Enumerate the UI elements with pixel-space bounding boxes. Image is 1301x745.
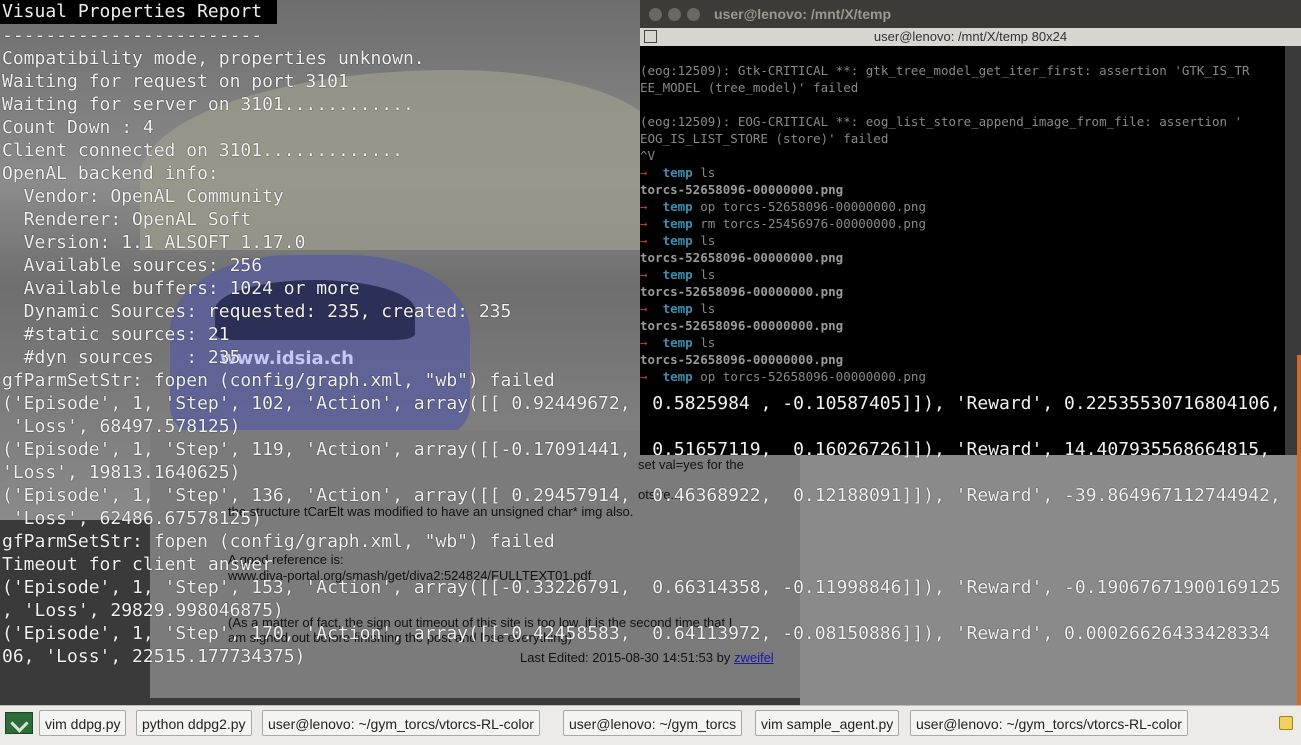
prompt-arrow-icon: → (640, 301, 663, 316)
prompt-cwd: temp (662, 199, 701, 214)
prompt-cwd: temp (662, 233, 701, 248)
taskbar: vim ddpg.py python ddpg2.py user@lenovo:… (0, 705, 1301, 745)
maximize-icon[interactable] (687, 8, 700, 21)
prompt-arrow-icon: → (640, 199, 663, 214)
terminal-tab-bar: user@lenovo: /mnt/X/temp 80x24 (640, 28, 1301, 46)
doc-line: am signed out before finishing the post … (228, 630, 572, 645)
prompt-arrow-icon: → (640, 233, 663, 248)
terminal-output-line: torcs-52658096-00000000.png (640, 250, 844, 265)
show-desktop-icon[interactable] (5, 712, 33, 734)
prompt-cwd: temp (662, 165, 701, 180)
race-track-hill (140, 70, 660, 250)
terminal-command: ls (700, 165, 716, 180)
doc-line: the structure tCarElt was modified to ha… (228, 504, 634, 519)
doc-line: set val=yes for the (638, 457, 744, 472)
prompt-cwd: temp (662, 216, 701, 231)
terminal-output-line: torcs-52658096-00000000.png (640, 352, 844, 367)
prompt-arrow-icon: → (640, 369, 663, 384)
terminal-error-line: (eog:12509): Gtk-CRITICAL **: gtk_tree_m… (640, 63, 1250, 78)
terminal-prompt-line: → temp ls (640, 266, 1285, 283)
terminal-command: op torcs-52658096-00000000.png (700, 199, 926, 214)
terminal-error-line: ^V (640, 148, 656, 163)
prompt-cwd: temp (662, 369, 701, 384)
terminal-error-line (640, 96, 1285, 113)
last-edited-user-link[interactable]: zweifel (734, 650, 774, 665)
terminal-window[interactable]: user@lenovo: /mnt/X/temp user@lenovo: /m… (640, 0, 1301, 455)
taskbar-item[interactable]: python ddpg2.py (136, 710, 252, 736)
terminal-command: ls (700, 301, 716, 316)
terminal-command: rm torcs-25456976-00000000.png (700, 216, 926, 231)
prompt-cwd: temp (662, 335, 701, 350)
terminal-output-line: torcs-52658096-00000000.png (640, 182, 844, 197)
terminal-error-line: EE_MODEL (tree_model)' failed (640, 80, 859, 95)
desktop-background-right (800, 455, 1301, 705)
prompt-arrow-icon: → (640, 267, 663, 282)
terminal-command: ls (700, 267, 716, 282)
taskbar-item[interactable]: vim ddpg.py (39, 710, 127, 736)
terminal-prompt-line: → temp ls (640, 232, 1285, 249)
window-edge-accent (1297, 355, 1301, 705)
minimize-icon[interactable] (668, 8, 681, 21)
terminal-command: ls (700, 335, 716, 350)
taskbar-item[interactable]: user@lenovo: ~/gym_torcs (563, 710, 743, 736)
terminal-prompt-line: → temp op torcs-52658096-00000000.png (640, 368, 1285, 385)
prompt-arrow-icon: → (640, 216, 663, 231)
terminal-prompt-line: → temp ls (640, 334, 1285, 351)
terminal-output-line: torcs-52658096-00000000.png (640, 318, 844, 333)
terminal-prompt-line: → temp rm torcs-25456976-00000000.png (640, 215, 1285, 232)
terminal-tab-title: user@lenovo: /mnt/X/temp 80x24 (873, 29, 1068, 44)
terminal-command: ls (700, 233, 716, 248)
terminal-output-line: torcs-52658096-00000000.png (640, 284, 844, 299)
close-icon[interactable] (649, 8, 662, 21)
taskbar-item[interactable]: user@lenovo: ~/gym_torcs/vtorcs-RL-color (262, 710, 540, 736)
terminal-prompt-line: → temp ls (640, 300, 1285, 317)
race-car-window (215, 280, 415, 340)
doc-line: (As a matter of fact, the sign out timeo… (228, 615, 733, 630)
terminal-error-line: EOG_IS_LIST_STORE (store)' failed (640, 131, 889, 146)
terminal-error-line: (eog:12509): EOG-CRITICAL **: eog_list_s… (640, 114, 1243, 129)
last-edited-text: Last Edited: 2015-08-30 14:51:53 by (520, 650, 731, 665)
terminal-prompt-line: → temp op torcs-52658096-00000000.png (640, 198, 1285, 215)
terminal-prompt-line: → temp ls (640, 164, 1285, 181)
terminal-window-title: user@lenovo: /mnt/X/temp (714, 6, 892, 22)
prompt-arrow-icon: → (640, 165, 663, 180)
doc-line: A good reference is: (228, 552, 344, 567)
doc-line: ots re... (638, 487, 682, 502)
prompt-cwd: temp (662, 301, 701, 316)
terminal-output[interactable]: (eog:12509): Gtk-CRITICAL **: gtk_tree_m… (640, 62, 1285, 455)
taskbar-item[interactable]: vim sample_agent.py (755, 710, 900, 736)
last-edited-info: Last Edited: 2015-08-30 14:51:53 by zwei… (520, 650, 774, 665)
wiki-page-panel: set val=yes for the ots re... the struct… (150, 430, 800, 698)
prompt-cwd: temp (662, 267, 701, 282)
taskbar-item[interactable]: user@lenovo: ~/gym_torcs/vtorcs-RL-color (910, 710, 1188, 736)
doc-reference-url[interactable]: www.diva-portal.org/smash/get/diva2:5248… (228, 568, 591, 583)
terminal-titlebar[interactable]: user@lenovo: /mnt/X/temp (640, 0, 1301, 28)
prompt-arrow-icon: → (640, 335, 663, 350)
race-car-brand-text: www.idsia.ch (220, 348, 354, 369)
terminal-command: op torcs-52658096-00000000.png (700, 369, 926, 384)
notification-tray-icon[interactable] (1279, 716, 1293, 730)
